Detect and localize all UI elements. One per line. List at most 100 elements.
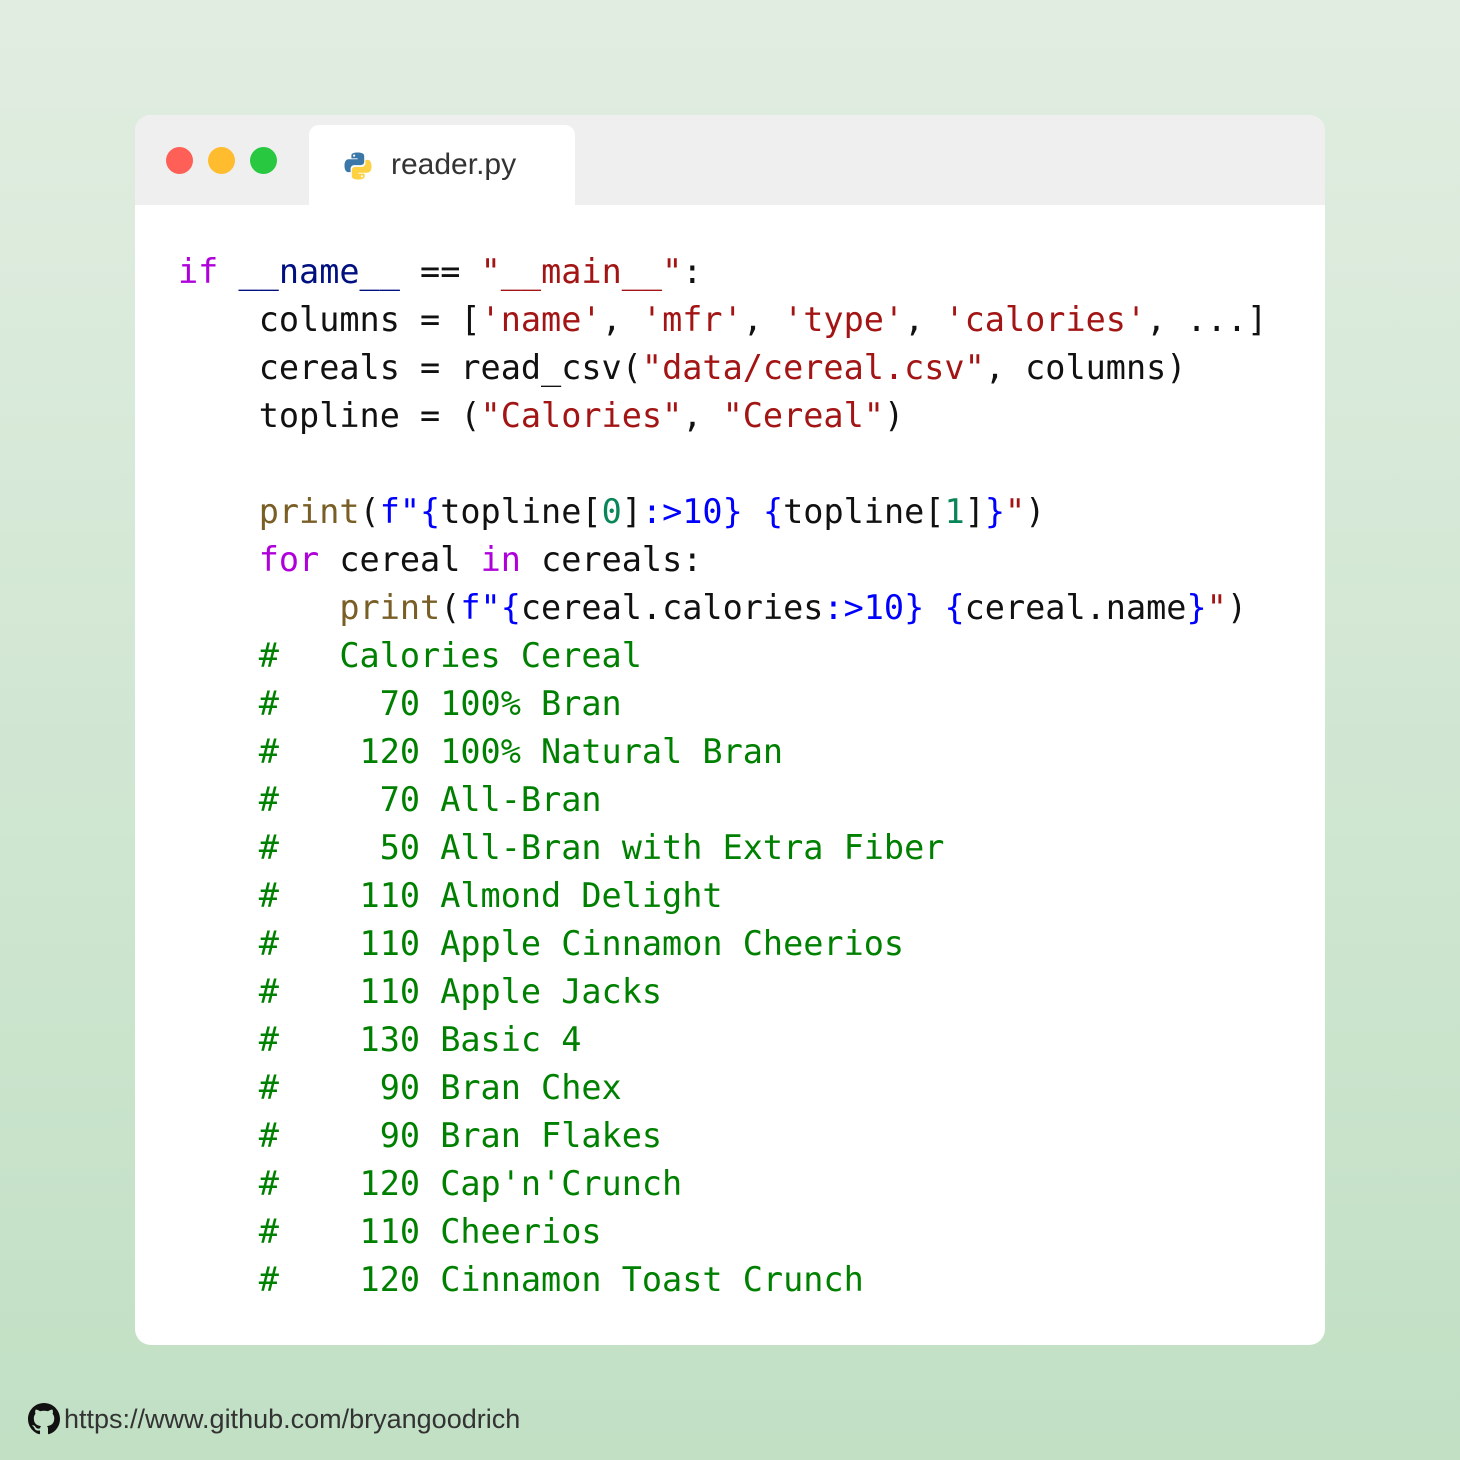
keyword-for: for (258, 540, 320, 579)
code-text: ) (883, 396, 905, 435)
string-main: "__main__" (480, 252, 683, 291)
comment-line: # 110 Cheerios (178, 1208, 1267, 1256)
comment-text: # 70 100% Bran (258, 684, 622, 723)
comment-text: # 70 All-Bran (258, 780, 602, 819)
function-print: print (339, 588, 441, 627)
fstring-brace: } (1186, 588, 1207, 627)
comment-text: # 130 Basic 4 (258, 1020, 582, 1059)
minimize-window-button[interactable] (208, 147, 235, 174)
code-line-8: print(f"{cereal.calories:>10} {cereal.na… (178, 584, 1267, 632)
github-url-link[interactable]: https://www.github.com/bryangoodrich (64, 1402, 520, 1436)
title-bar: reader.py (135, 115, 1325, 205)
comment-line: # 120 100% Natural Bran (178, 728, 1267, 776)
fstring-brace: } (984, 492, 1005, 531)
tab-reader-py[interactable]: reader.py (309, 125, 575, 205)
comment-line: # 90 Bran Chex (178, 1064, 1267, 1112)
comment-text: # 50 All-Bran with Extra Fiber (258, 828, 945, 867)
code-text: cereal (319, 540, 481, 579)
comment-line: # 90 Bran Flakes (178, 1112, 1267, 1160)
fstring-brace: { (420, 492, 441, 531)
comment-text: # 110 Almond Delight (258, 876, 723, 915)
code-text: cereals = read_csv( (258, 348, 642, 387)
dunder-name: __name__ (238, 252, 400, 291)
code-text: ( (359, 492, 380, 531)
comment-text: # 120 100% Natural Bran (258, 732, 784, 771)
code-editor[interactable]: if __name__ == "__main__": columns = ['n… (178, 248, 1267, 1304)
close-window-button[interactable] (166, 147, 193, 174)
string-calories-header: "Calories" (480, 396, 683, 435)
keyword-if: if (178, 252, 219, 291)
code-text: cereals: (520, 540, 703, 579)
code-text: , ...] (1146, 300, 1268, 339)
format-spec: :>10 (641, 492, 723, 531)
code-text: columns = [ (258, 300, 481, 339)
comment-text: # 110 Cheerios (258, 1212, 602, 1251)
code-line-3: cereals = read_csv("data/cereal.csv", co… (178, 344, 1267, 392)
comment-line: # 110 Apple Cinnamon Cheerios (178, 920, 1267, 968)
code-text: ] (621, 492, 642, 531)
code-text: cereal.calories (520, 588, 824, 627)
fstring-space (743, 492, 763, 531)
code-text: cereal.name (964, 588, 1187, 627)
code-text: , (682, 396, 723, 435)
comment-line: # 120 Cinnamon Toast Crunch (178, 1256, 1267, 1304)
code-text: topline[ (440, 492, 602, 531)
string-csv-path: "data/cereal.csv" (641, 348, 985, 387)
fstring-prefix: f" (379, 492, 421, 531)
maximize-window-button[interactable] (250, 147, 277, 174)
code-text: ] (964, 492, 985, 531)
comment-line: # 70 All-Bran (178, 776, 1267, 824)
keyword-in: in (480, 540, 521, 579)
code-text: ( (440, 588, 461, 627)
fstring-brace: { (500, 588, 521, 627)
number-literal: 1 (944, 492, 965, 531)
string-name: 'name' (480, 300, 602, 339)
format-spec: :>10 (823, 588, 905, 627)
fstring-brace: } (904, 588, 925, 627)
string-cereal-header: "Cereal" (722, 396, 884, 435)
code-text: , (742, 300, 784, 339)
comment-line: # 50 All-Bran with Extra Fiber (178, 824, 1267, 872)
comment-text: # Calories Cereal (258, 636, 642, 675)
code-text: , (601, 300, 642, 339)
comment-text: # 110 Apple Cinnamon Cheerios (258, 924, 905, 963)
fstring-prefix: f" (460, 588, 501, 627)
tab-file-name: reader.py (391, 148, 517, 181)
string-mfr: 'mfr' (641, 300, 743, 339)
fstring-quote: " (1206, 588, 1227, 627)
comment-line: # 70 100% Bran (178, 680, 1267, 728)
fstring-brace: { (762, 492, 784, 531)
operator-equals: == (399, 252, 481, 291)
function-print: print (258, 492, 360, 531)
code-line-1: if __name__ == "__main__": (178, 248, 1267, 296)
code-text: topline = ( (258, 396, 481, 435)
code-text: topline[ (783, 492, 945, 531)
code-line-4: topline = ("Calories", "Cereal") (178, 392, 1267, 440)
comment-text: # 120 Cap'n'Crunch (258, 1164, 683, 1203)
code-line-6: print(f"{topline[0]:>10} {topline[1]}") (178, 488, 1267, 536)
comment-line: # 120 Cap'n'Crunch (178, 1160, 1267, 1208)
code-text: , columns) (984, 348, 1187, 387)
comment-line: # 110 Almond Delight (178, 872, 1267, 920)
number-literal: 0 (601, 492, 622, 531)
comment-line: # 110 Apple Jacks (178, 968, 1267, 1016)
comment-line: # 130 Basic 4 (178, 1016, 1267, 1064)
string-type: 'type' (783, 300, 905, 339)
